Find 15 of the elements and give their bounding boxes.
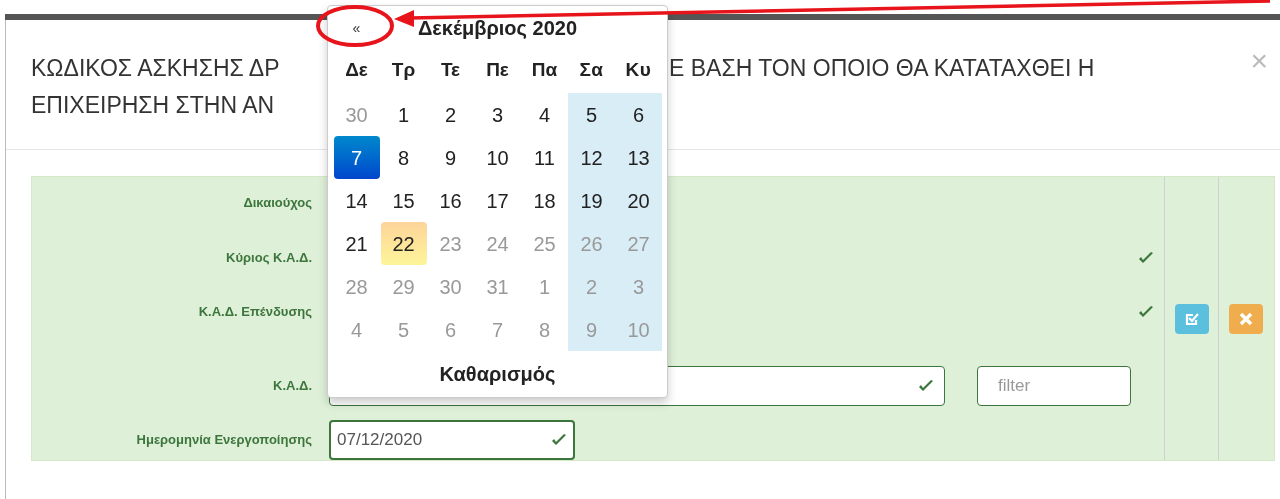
- weekday-label: Τρ: [390, 57, 417, 82]
- field-label: Δικαιούχος: [243, 194, 312, 213]
- field-label: Κύριος Κ.Α.Δ.: [226, 249, 312, 268]
- weekday-label: Πε: [485, 57, 510, 82]
- modal-title: Ε ΒΑΣΗ ΤΟΝ ΟΠΟΙΟ ΘΑ ΚΑΤΑΤΑΧΘΕΙ Η: [669, 54, 1095, 84]
- weekday-label: Τε: [439, 57, 462, 82]
- weekday-label: Κυ: [624, 57, 653, 82]
- field-label: Κ.Α.Δ. Επένδυσης: [198, 303, 312, 322]
- weekday-label: Πα: [530, 57, 559, 82]
- field-label: Ημερομηνία Ενεργοποίησης: [136, 431, 312, 450]
- weekday-label: Σα: [578, 57, 605, 82]
- modal-title: ΚΩΔΙΚΟΣ ΑΣΚΗΣΗΣ ΔΡ: [31, 54, 281, 84]
- field-label: Κ.Α.Δ.: [273, 377, 312, 396]
- weekday-label: Δε: [344, 57, 369, 82]
- modal-title: ΕΠΙΧΕΙΡΗΣΗ ΣΤΗΝ ΑΝ: [31, 91, 275, 121]
